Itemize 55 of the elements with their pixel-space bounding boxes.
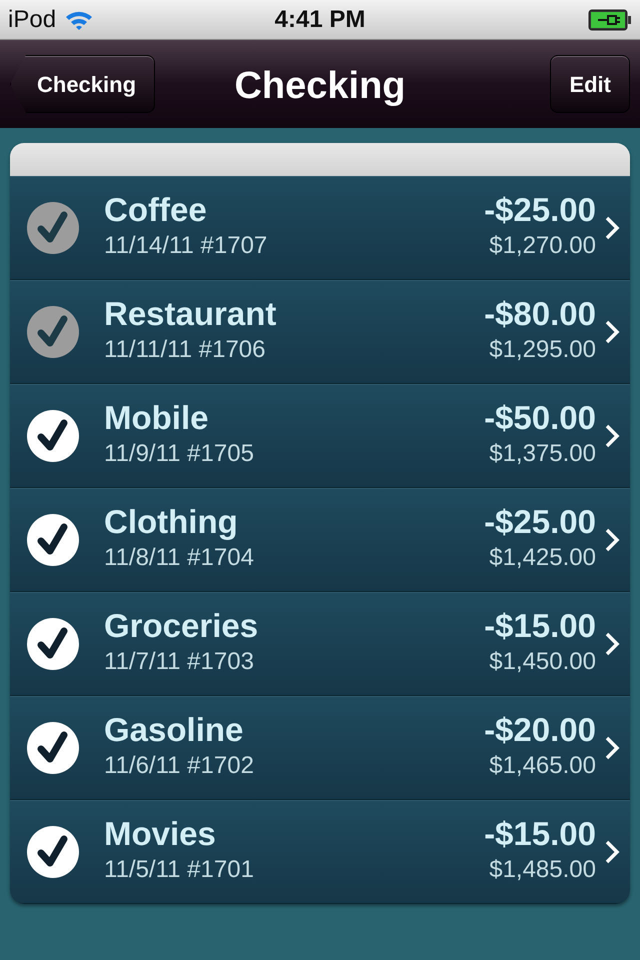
amount-label: -$20.00	[484, 712, 596, 748]
date-number-label: 11/14/11 #1707	[104, 231, 268, 262]
payee-label: Movies	[104, 816, 217, 852]
payee-label: Clothing	[104, 504, 239, 540]
checkmark-icon[interactable]	[26, 201, 80, 255]
date-number-label: 11/6/11 #1702	[104, 751, 255, 782]
transaction-row[interactable]: Groceries 11/7/11 #1703 -$15.00 $1,450.00	[10, 592, 630, 696]
amount-label: -$15.00	[484, 816, 596, 852]
checkmark-icon[interactable]	[26, 305, 80, 359]
amount-label: -$15.00	[484, 608, 596, 644]
balance-label: $1,270.00	[488, 231, 596, 262]
amount-label: -$80.00	[484, 296, 596, 332]
screen-title: Checking	[234, 64, 406, 109]
amount-label: -$25.00	[484, 192, 596, 228]
chevron-icon	[604, 735, 620, 761]
battery-icon	[588, 8, 632, 30]
checkmark-icon[interactable]	[26, 409, 80, 463]
checkmark-icon[interactable]	[26, 513, 80, 567]
balance-label: $1,375.00	[488, 439, 596, 470]
chevron-icon	[604, 319, 620, 345]
clock-label: 4:41 PM	[274, 4, 366, 34]
balance-label: $1,450.00	[488, 647, 596, 678]
balance-label: $1,295.00	[488, 335, 596, 366]
transaction-row[interactable]: Restaurant 11/11/11 #1706 -$80.00 $1,295.00	[10, 280, 630, 384]
back-button[interactable]: Checking	[10, 55, 156, 113]
chevron-icon	[604, 631, 620, 657]
payee-label: Gasoline	[104, 712, 244, 748]
amount-label: -$50.00	[484, 400, 596, 436]
date-number-label: 11/8/11 #1704	[104, 543, 255, 574]
balance-label: $1,465.00	[488, 751, 596, 782]
payee-label: Restaurant	[104, 296, 278, 332]
transaction-row[interactable]: Mobile 11/9/11 #1705 -$50.00 $1,375.00	[10, 384, 630, 488]
chevron-icon	[604, 527, 620, 553]
date-number-label: 11/5/11 #1701	[104, 855, 255, 886]
edit-button[interactable]: Edit	[550, 55, 630, 113]
date-number-label: 11/11/11 #1706	[104, 335, 266, 366]
payee-label: Coffee	[104, 192, 208, 228]
balance-label: $1,425.00	[488, 543, 596, 574]
carrier-label: iPod	[8, 4, 56, 34]
checkmark-icon[interactable]	[26, 825, 80, 879]
payee-label: Mobile	[104, 400, 210, 436]
transaction-row[interactable]: Coffee 11/14/11 #1707 -$25.00 $1,270.00	[10, 176, 630, 280]
amount-label: -$25.00	[484, 504, 596, 540]
chevron-icon	[604, 423, 620, 449]
transaction-row[interactable]: Clothing 11/8/11 #1704 -$25.00 $1,425.00	[10, 488, 630, 592]
checkmark-icon[interactable]	[26, 721, 80, 775]
transaction-row[interactable]: Movies 11/5/11 #1701 -$15.00 $1,485.00	[10, 800, 630, 904]
payee-label: Groceries	[104, 608, 260, 644]
balance-label: $1,485.00	[488, 855, 596, 886]
date-number-label: 11/7/11 #1703	[104, 647, 255, 678]
date-number-label: 11/9/11 #1705	[104, 439, 255, 470]
checkmark-icon[interactable]	[26, 617, 80, 671]
chevron-icon	[604, 215, 620, 241]
transaction-row[interactable]: Gasoline 11/6/11 #1702 -$20.00 $1,465.00	[10, 696, 630, 800]
chevron-icon	[604, 839, 620, 865]
